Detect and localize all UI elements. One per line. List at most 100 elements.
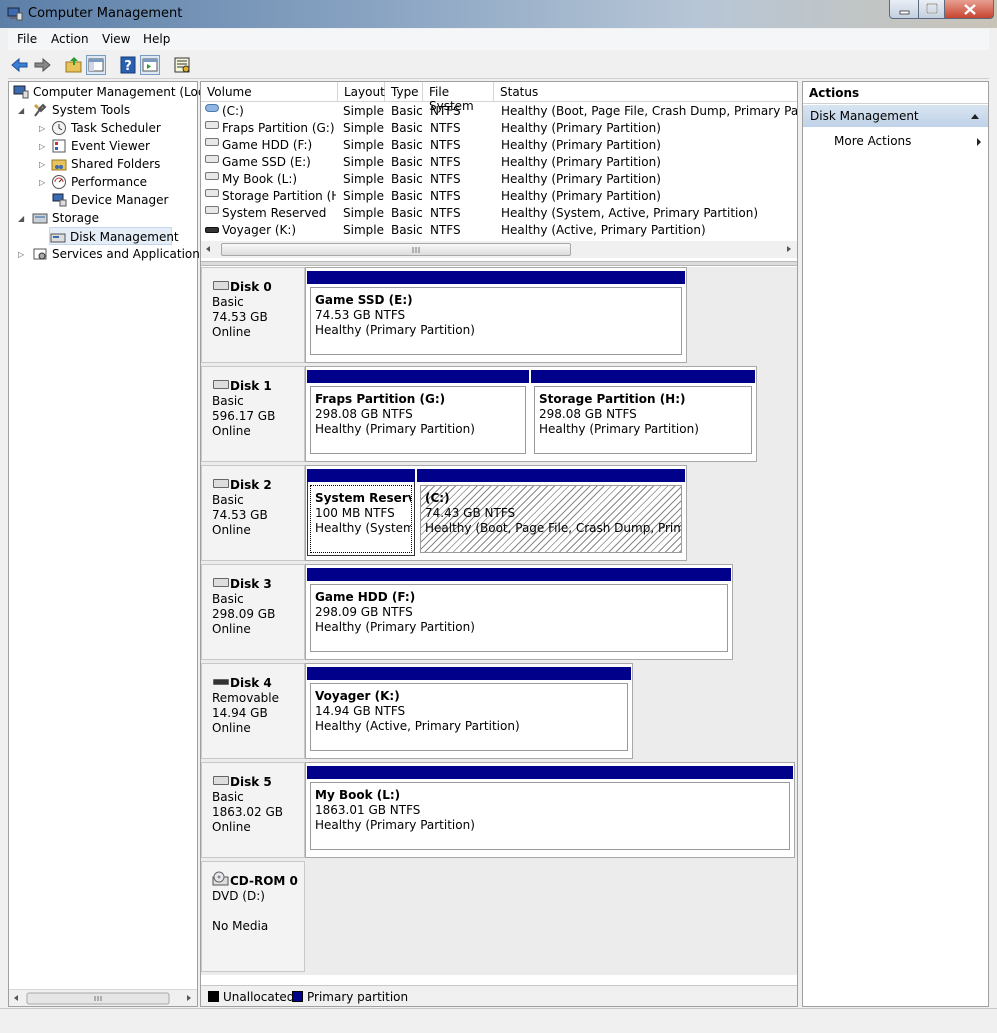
more-actions-label: More Actions	[834, 134, 912, 148]
show-hide-console-tree-button[interactable]	[86, 55, 106, 75]
partition-block[interactable]: Fraps Partition (G:) 298.08 GB NTFS Health…	[307, 370, 529, 457]
partition-status: Healthy (Primary Partition)	[539, 422, 699, 436]
volume-list-header: Volume Layout Type File System Status	[201, 82, 797, 113]
collapsed-triangle-icon[interactable]: ▷	[39, 178, 45, 187]
toolbar: ?	[8, 51, 989, 79]
collapse-up-icon[interactable]	[970, 112, 980, 120]
menu-help[interactable]: Help	[143, 32, 170, 46]
tree-item-storage[interactable]: Storage	[32, 209, 182, 227]
tree-item-task-scheduler[interactable]: Task Scheduler	[51, 119, 191, 137]
disk-graphical-view: Disk 0 Basic 74.53 GB Online Game SSD (E:) 74…	[201, 267, 797, 975]
disk-partition-map: Voyager (K:) 14.94 GB NTFS Healthy (Active…	[305, 663, 633, 759]
expanded-triangle-icon[interactable]: ◢	[18, 214, 24, 223]
tree-item-services-and-applications[interactable]: Services and Applications	[32, 245, 206, 263]
cdrom-label[interactable]: CD-ROM 0 DVD (D:) No Media	[201, 861, 305, 972]
disk-partition-map: Game HDD (F:) 298.09 GB NTFS Healthy (Prim…	[305, 564, 733, 660]
disk-icon	[213, 281, 229, 290]
more-actions-item[interactable]: More Actions	[834, 134, 911, 148]
volume-row[interactable]: (C:) Simple Basic NTFS Healthy (Boot, Page F…	[201, 103, 797, 120]
volume-row[interactable]: Game HDD (F:) Simple Basic NTFS Healthy (Pri…	[201, 137, 797, 154]
menu-file[interactable]: File	[17, 32, 37, 46]
partition-name: System Reserved	[315, 491, 411, 505]
close-button[interactable]	[944, 0, 994, 19]
actions-section-disk-management[interactable]: Disk Management	[803, 105, 988, 127]
legend-primary-partition: Primary partition	[307, 990, 409, 1004]
title-bar[interactable]: Computer Management	[0, 0, 997, 28]
tree-horizontal-scrollbar[interactable]	[9, 989, 197, 1006]
column-header-layout[interactable]: Layout	[338, 82, 385, 102]
disk-label[interactable]: Disk 1 Basic 596.17 GB Online	[201, 366, 305, 462]
tree-item-event-viewer[interactable]: Event Viewer	[51, 137, 191, 155]
up-one-level-button[interactable]	[64, 55, 84, 75]
partition-name: Game SSD (E:)	[315, 293, 413, 307]
volume-cell-layout: Simple	[343, 104, 384, 118]
actions-pane: Actions Disk Management More Actions	[802, 81, 989, 1007]
partition-details: System Reserved100 MB NTFSHealthy (Syste…	[310, 485, 412, 553]
disk-label[interactable]: Disk 4 Removable 14.94 GB Online	[201, 663, 305, 759]
pane-splitter[interactable]	[201, 261, 797, 266]
partition-block[interactable]: Game SSD (E:) 74.53 GB NTFS Healthy (Prima…	[307, 271, 685, 358]
volume-list-horizontal-scrollbar[interactable]	[201, 241, 797, 258]
volume-row[interactable]: Fraps Partition (G:) Simple Basic NTFS Healt…	[201, 120, 797, 137]
column-header-type[interactable]: Type	[385, 82, 423, 102]
column-header-status[interactable]: Status	[494, 82, 797, 102]
disk-name: Disk 1	[230, 379, 272, 393]
maximize-button[interactable]	[918, 0, 945, 19]
partition-block[interactable]: (C:) 74.43 GB NTFS Healthy (Boot, Page Fil…	[417, 469, 685, 556]
volume-cell-volume: (C:)	[222, 104, 244, 118]
disk-label[interactable]: Disk 0 Basic 74.53 GB Online	[201, 267, 305, 363]
partition-size: 14.94 GB NTFS	[315, 704, 406, 718]
partition-block[interactable]: My Book (L:) 1863.01 GB NTFS Healthy (Prim…	[307, 766, 793, 853]
partition-details: Voyager (K:) 14.94 GB NTFS Healthy (Active…	[310, 683, 628, 751]
tree-item-device-manager[interactable]: Device Manager	[51, 191, 191, 209]
menu-action[interactable]: Action	[51, 32, 89, 46]
forward-button[interactable]	[32, 55, 52, 75]
disk-label[interactable]: Disk 5 Basic 1863.02 GB Online	[201, 762, 305, 858]
tree-item-disk-management[interactable]: Disk Management	[49, 227, 179, 245]
column-header-file-system[interactable]: File System	[423, 82, 494, 113]
partition-block[interactable]: System Reserved100 MB NTFSHealthy (Syste…	[307, 469, 415, 556]
disk-label[interactable]: Disk 3 Basic 298.09 GB Online	[201, 564, 305, 660]
help-button[interactable]: ?	[118, 55, 138, 75]
show-hide-action-pane-button[interactable]	[140, 55, 160, 75]
disk-icon	[213, 380, 229, 389]
menu-view[interactable]: View	[102, 32, 130, 46]
tree-item-system-tools[interactable]: System Tools	[32, 101, 182, 119]
partition-block[interactable]: Storage Partition (H:) 298.08 GB NTFS Heal…	[531, 370, 755, 457]
collapsed-triangle-icon[interactable]: ▷	[39, 160, 45, 169]
tree-item-performance[interactable]: Performance	[51, 173, 191, 191]
device-manager-icon	[52, 193, 67, 207]
disk-label[interactable]: Disk 2 Basic 74.53 GB Online	[201, 465, 305, 561]
disk-name: Disk 4	[230, 676, 272, 690]
volume-row[interactable]: Storage Partition (H:) Simple Basic NTFS Hea…	[201, 188, 797, 205]
volume-row[interactable]: System Reserved Simple Basic NTFS Healthy (S…	[201, 205, 797, 222]
disk-management-icon	[50, 233, 66, 243]
tree-item-shared-folders[interactable]: Shared Folders	[51, 155, 191, 173]
tree-label: Device Manager	[71, 193, 169, 207]
tree-item-computer-management[interactable]: Computer Management (Local	[13, 83, 215, 101]
disk-partition-map: System Reserved100 MB NTFSHealthy (Syste…	[305, 465, 687, 561]
volume-cell-status: Healthy (Primary Partition)	[501, 189, 661, 203]
collapsed-triangle-icon[interactable]: ▷	[39, 124, 45, 133]
grip-icon	[412, 247, 420, 253]
partition-size: 1863.01 GB NTFS	[315, 803, 421, 817]
partition-block[interactable]: Voyager (K:) 14.94 GB NTFS Healthy (Active…	[307, 667, 631, 754]
disk-state: Online	[212, 721, 251, 735]
scrollbar-thumb[interactable]	[221, 243, 571, 256]
minimize-button[interactable]	[889, 0, 919, 19]
partition-block[interactable]: Game HDD (F:) 298.09 GB NTFS Healthy (Prim…	[307, 568, 731, 655]
disk-name: Disk 3	[230, 577, 272, 591]
volume-row[interactable]: Game SSD (E:) Simple Basic NTFS Healthy (Pri…	[201, 154, 797, 171]
collapsed-triangle-icon[interactable]: ▷	[18, 250, 24, 259]
volume-row[interactable]: My Book (L:) Simple Basic NTFS Healthy (Prim…	[201, 171, 797, 188]
collapsed-triangle-icon[interactable]: ▷	[39, 142, 45, 151]
column-header-volume[interactable]: Volume	[201, 82, 338, 102]
volume-row[interactable]: Voyager (K:) Simple Basic NTFS Healthy (Acti…	[201, 222, 797, 239]
back-button[interactable]	[10, 55, 30, 75]
properties-button[interactable]	[172, 55, 192, 75]
disk-row: Disk 0 Basic 74.53 GB Online Game SSD (E:) 74…	[201, 267, 797, 366]
submenu-arrow-icon[interactable]	[976, 137, 982, 147]
expanded-triangle-icon[interactable]: ◢	[18, 106, 24, 115]
drive-icon	[205, 189, 219, 197]
clock-icon	[52, 121, 66, 135]
